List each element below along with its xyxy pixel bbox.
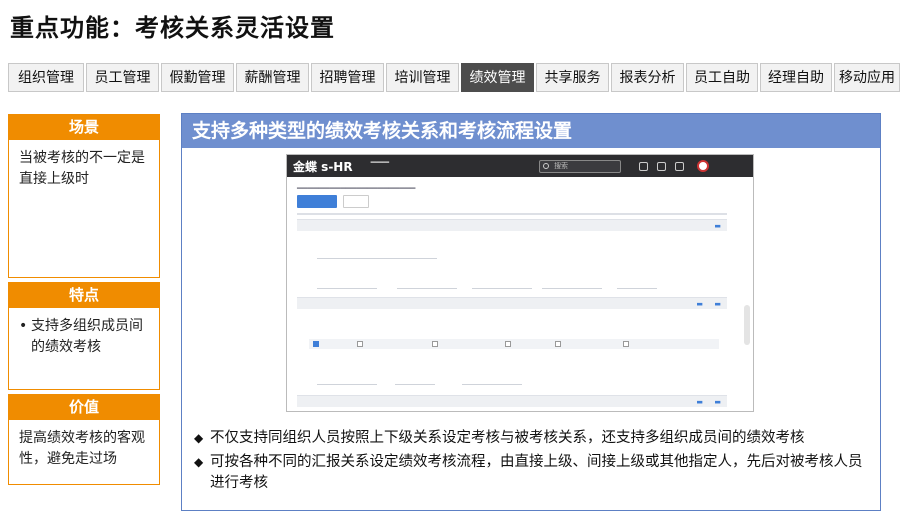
main-heading: 支持多种类型的绩效考核关系和考核流程设置 — [182, 114, 880, 148]
section-link: ▬ — [696, 300, 703, 308]
page-title: 重点功能：考核关系灵活设置 — [10, 14, 335, 42]
nav-item-org[interactable]: 组织管理 — [8, 63, 84, 92]
feature-heading: 特点 — [8, 282, 160, 308]
screenshot-topbar: 金蝶 s-HR ▔▔▔ 搜索 — [287, 155, 753, 177]
nav-item-payroll[interactable]: 薪酬管理 — [236, 63, 309, 92]
home-icon — [675, 161, 685, 171]
screenshot-secondary-button — [343, 195, 369, 208]
checkbox — [505, 341, 511, 347]
section-link: ▬ — [714, 300, 721, 308]
value-text: 提高绩效考核的客观性，避免走过场 — [19, 430, 145, 467]
diamond-bullet: ◆ — [194, 431, 204, 445]
field-label — [325, 323, 415, 335]
field-cell — [462, 373, 522, 385]
topbar-menu: ▔▔▔ — [370, 161, 390, 171]
bullet-text: 不仅支持同组织人员按照上下级关系设定考核与被考核关系，还支持多组织成员间的绩效考… — [210, 430, 805, 446]
bullet-text: 可按各种不同的汇报关系设定绩效考核流程，由直接上级、间接上级或其他指定人，先后对… — [210, 454, 863, 491]
nav-item-performance[interactable]: 绩效管理 — [461, 63, 534, 92]
section-bar-relation: ▬ ▬ — [297, 297, 727, 309]
diamond-bullet: ◆ — [194, 455, 204, 469]
message-icon — [639, 161, 649, 171]
nav-item-shared-service[interactable]: 共享服务 — [536, 63, 609, 92]
product-screenshot: 金蝶 s-HR ▔▔▔ 搜索 ▁▁▁▁▁▁▁▁▁▁▁▁▁▁▁▁▁▁▁▁▁▁ ▬ — [286, 154, 754, 412]
section-link: ▬ — [714, 398, 721, 406]
feature-text: 支持多组织成员间的绩效考核 — [31, 318, 143, 355]
field-cell — [317, 277, 377, 289]
field-cell — [317, 373, 377, 385]
checkbox — [623, 341, 629, 347]
avatar — [697, 160, 710, 172]
field-cell — [617, 277, 657, 289]
nav-item-training[interactable]: 培训管理 — [386, 63, 459, 92]
section-link: ▬ — [696, 398, 703, 406]
nav-item-employee[interactable]: 员工管理 — [86, 63, 159, 92]
field-cell — [542, 277, 602, 289]
product-logo: 金蝶 s-HR — [293, 159, 353, 174]
feature-bullet: • — [19, 318, 28, 334]
nav-item-attendance[interactable]: 假勤管理 — [161, 63, 234, 92]
module-nav: 组织管理 员工管理 假勤管理 薪酬管理 招聘管理 培训管理 绩效管理 共享服务 … — [8, 63, 900, 92]
scrollbar — [744, 305, 750, 345]
scene-heading: 场景 — [8, 114, 160, 140]
field-cell — [472, 277, 532, 289]
value-box: 提高绩效考核的客观性，避免走过场 — [8, 420, 160, 485]
nav-item-recruit[interactable]: 招聘管理 — [311, 63, 384, 92]
screenshot-primary-button — [297, 195, 337, 208]
section-link: ▬ — [714, 222, 721, 230]
scene-box: 当被考核的不一定是直接上级时 — [8, 140, 160, 278]
bullet-list: ◆ 不仅支持同组织人员按照上下级关系设定考核与被考核关系，还支持多组织成员间的绩… — [194, 428, 876, 497]
field-value — [317, 247, 437, 259]
settings-icon — [657, 161, 667, 171]
checkbox — [432, 341, 438, 347]
field-cell — [395, 373, 435, 385]
nav-item-reports[interactable]: 报表分析 — [611, 63, 684, 92]
value-heading: 价值 — [8, 394, 160, 420]
screenshot-breadcrumb: ▁▁▁▁▁▁▁▁▁▁▁▁▁▁▁▁▁▁▁▁▁▁ — [297, 181, 416, 189]
slide: 重点功能：考核关系灵活设置 组织管理 员工管理 假勤管理 薪酬管理 招聘管理 培… — [0, 0, 905, 513]
nav-item-mobile[interactable]: 移动应用 — [834, 63, 900, 92]
field-label — [309, 361, 339, 373]
field-label — [309, 265, 339, 277]
search-placeholder: 搜索 — [554, 161, 569, 170]
search-icon — [543, 162, 550, 169]
divider — [297, 213, 727, 215]
checkbox — [313, 341, 319, 347]
field-label — [309, 235, 399, 247]
scene-text: 当被考核的不一定是直接上级时 — [19, 150, 145, 187]
nav-item-ess[interactable]: 员工自助 — [686, 63, 758, 92]
main-panel: 支持多种类型的绩效考核关系和考核流程设置 金蝶 s-HR ▔▔▔ 搜索 ▁▁▁▁… — [181, 113, 881, 511]
checkbox-row — [309, 339, 719, 349]
list-item: ◆ 不仅支持同组织人员按照上下级关系设定考核与被考核关系，还支持多组织成员间的绩… — [194, 428, 876, 449]
section-bar-flow: ▬ ▬ — [297, 395, 727, 407]
screenshot-search: 搜索 — [539, 159, 622, 173]
checkbox — [357, 341, 363, 347]
checkbox — [555, 341, 561, 347]
nav-item-mss[interactable]: 经理自助 — [760, 63, 832, 92]
feature-box: • 支持多组织成员间的绩效考核 — [8, 308, 160, 390]
list-item: ◆ 可按各种不同的汇报关系设定绩效考核流程，由直接上级、间接上级或其他指定人，先… — [194, 452, 876, 494]
section-bar-basic: ▬ — [297, 219, 727, 231]
field-cell — [397, 277, 457, 289]
